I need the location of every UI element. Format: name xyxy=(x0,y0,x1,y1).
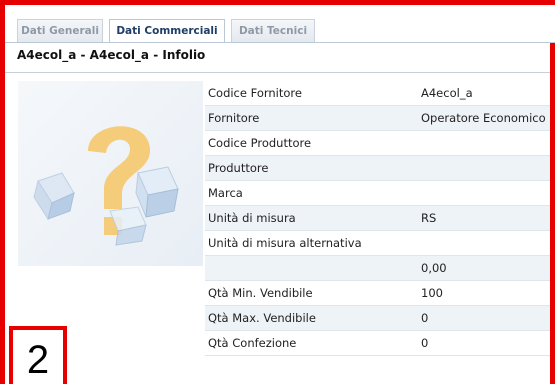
table-row: Codice Fornitore A4ecol_a xyxy=(205,81,550,106)
title-divider xyxy=(5,72,550,73)
field-label: Qtà Confezione xyxy=(208,336,297,350)
step-number: 2 xyxy=(26,338,50,382)
field-label: Codice Produttore xyxy=(208,136,312,150)
field-value: RS xyxy=(421,211,437,225)
tab-dati-commerciali[interactable]: Dati Commerciali xyxy=(109,19,225,43)
field-label: Marca xyxy=(208,186,243,200)
field-value: 0 xyxy=(421,336,429,350)
field-value: A4ecol_a xyxy=(421,86,473,100)
field-label: Codice Fornitore xyxy=(208,86,302,100)
tab-dati-tecnici[interactable]: Dati Tecnici xyxy=(231,19,315,42)
highlight-frame-right xyxy=(550,0,555,384)
field-value: 0,00 xyxy=(421,261,447,275)
step-number-badge: 2 xyxy=(9,326,67,384)
field-label: Qtà Max. Vendibile xyxy=(208,311,316,325)
table-row: 0,00 xyxy=(205,256,550,281)
field-label: Qtà Min. Vendibile xyxy=(208,286,313,300)
field-label: Unità di misura xyxy=(208,211,296,225)
field-value: 0 xyxy=(421,311,429,325)
field-label: Unità di misura alternativa xyxy=(208,236,362,250)
table-row: Unità di misura RS xyxy=(205,206,550,231)
table-row: Fornitore Operatore Economico xyxy=(205,106,550,131)
table-row: Qtà Min. Vendibile 100 xyxy=(205,281,550,306)
question-mark-placeholder-icon xyxy=(33,126,179,246)
table-row: Qtà Max. Vendibile 0 xyxy=(205,306,550,331)
tab-underline xyxy=(5,42,555,43)
field-value: 100 xyxy=(421,286,443,300)
table-row: Produttore xyxy=(205,156,550,181)
table-row: Codice Produttore xyxy=(205,131,550,156)
table-row: Marca xyxy=(205,181,550,206)
field-value: Operatore Economico xyxy=(421,111,546,125)
tab-dati-generali[interactable]: Dati Generali xyxy=(17,19,103,42)
tab-bar: Dati Generali Dati Commerciali Dati Tecn… xyxy=(5,5,555,43)
commercial-data-table: Codice Fornitore A4ecol_a Fornitore Oper… xyxy=(205,81,550,356)
product-image xyxy=(18,81,203,266)
table-row: Unità di misura alternativa xyxy=(205,231,550,256)
field-label: Produttore xyxy=(208,161,269,175)
field-label: Fornitore xyxy=(208,111,260,125)
product-title: A4ecol_a - A4ecol_a - Infolio xyxy=(17,48,206,62)
table-row: Qtà Confezione 0 xyxy=(205,331,550,356)
